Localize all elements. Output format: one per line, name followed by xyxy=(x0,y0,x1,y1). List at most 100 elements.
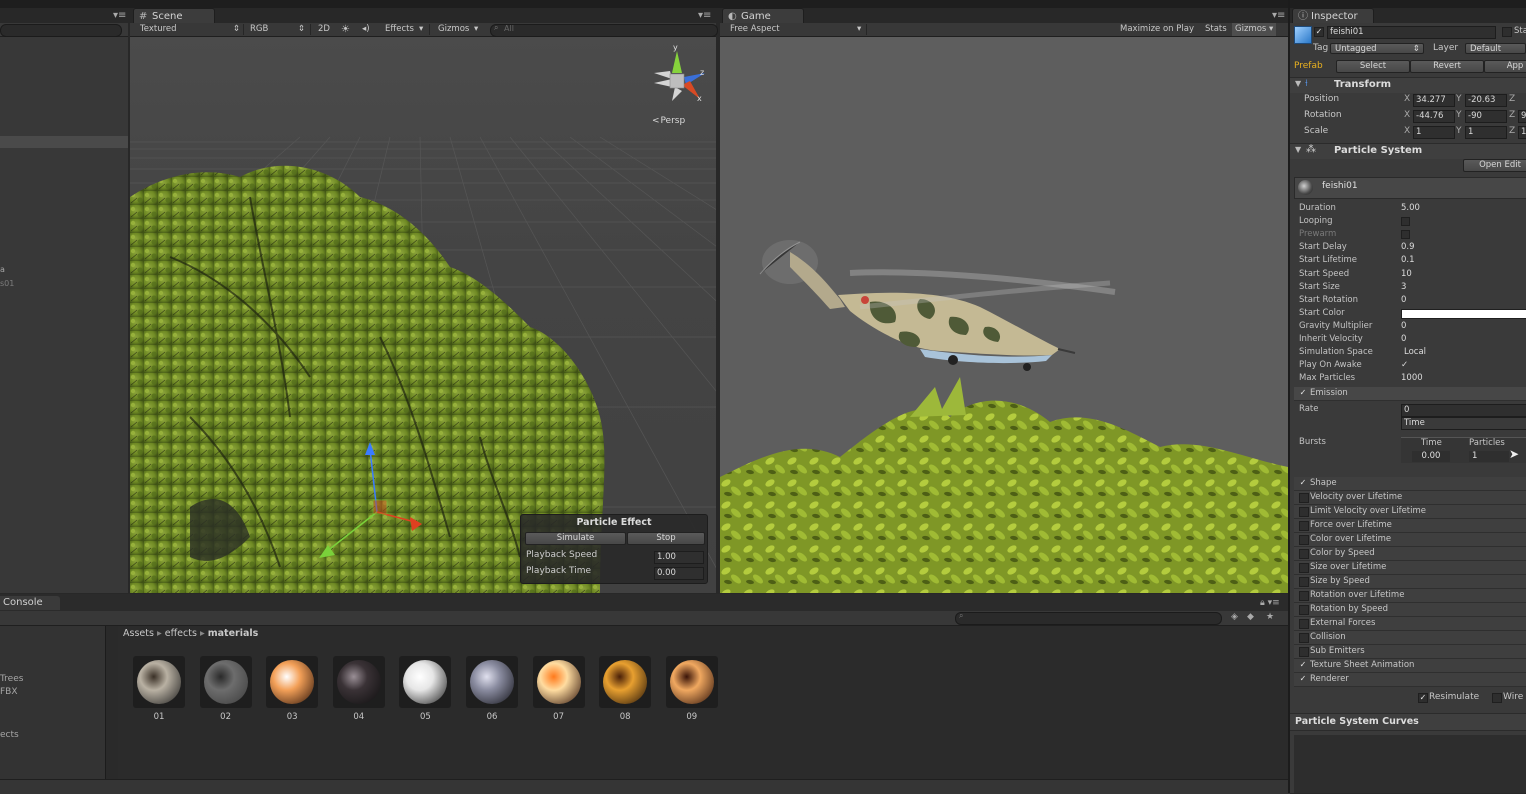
tag-dropdown[interactable]: Untagged ⇕ xyxy=(1330,43,1424,54)
aspect-dropdown[interactable]: Free Aspect xyxy=(730,23,780,36)
folder-item[interactable]: ects xyxy=(0,730,19,740)
module-header[interactable]: Force over Lifetime xyxy=(1294,519,1526,533)
module-checkbox[interactable] xyxy=(1299,605,1309,615)
folder-item[interactable]: Trees xyxy=(0,674,23,684)
emission-module-header[interactable]: ✓ Emission xyxy=(1294,387,1526,401)
module-header[interactable]: ✓ Shape xyxy=(1294,477,1526,491)
folder-item[interactable]: FBX xyxy=(0,687,18,697)
audio-toggle-icon[interactable]: ◂) xyxy=(362,23,370,36)
module-checkbox[interactable]: ✓ xyxy=(1299,661,1307,669)
lighting-toggle-icon[interactable]: ☀ xyxy=(341,23,350,36)
particle-prop-value[interactable]: 3 xyxy=(1401,281,1406,294)
module-header[interactable]: Rotation over Lifetime xyxy=(1294,589,1526,603)
rate-field[interactable]: 0 xyxy=(1401,404,1526,417)
asset-thumbnail[interactable] xyxy=(199,656,252,708)
particle-prop-value[interactable]: 0 xyxy=(1401,294,1406,307)
particle-prop-value[interactable]: 0.9 xyxy=(1401,241,1415,254)
open-editor-button[interactable]: Open Edit xyxy=(1463,159,1526,172)
particle-system-name-bar[interactable]: feishi01 xyxy=(1294,177,1526,199)
breadcrumb-item[interactable]: effects xyxy=(165,628,197,639)
module-checkbox[interactable]: ✓ xyxy=(1299,675,1307,683)
module-checkbox[interactable] xyxy=(1299,591,1309,601)
module-checkbox[interactable] xyxy=(1299,633,1309,643)
module-header[interactable]: Sub Emitters xyxy=(1294,645,1526,659)
scene-viewport[interactable]: y z x < Persp Particle Effect Simulate S… xyxy=(130,37,716,593)
prefab-revert-button[interactable]: Revert xyxy=(1410,60,1484,73)
game-viewport[interactable] xyxy=(720,37,1288,593)
active-checkbox[interactable]: ✓ xyxy=(1314,27,1324,37)
playback-speed-field[interactable]: 1.00 xyxy=(654,551,704,564)
module-header[interactable]: External Forces xyxy=(1294,617,1526,631)
hierarchy-item[interactable]: a xyxy=(0,265,5,274)
scene-search-input[interactable]: ⌕ All xyxy=(490,23,718,37)
module-header[interactable]: Size over Lifetime xyxy=(1294,561,1526,575)
curves-header[interactable]: Particle System Curves xyxy=(1290,713,1526,731)
stats-toggle[interactable]: Stats xyxy=(1205,23,1227,36)
hierarchy-item[interactable]: s01 xyxy=(0,279,14,288)
particle-prop-value[interactable]: 0 xyxy=(1401,333,1406,346)
rotation-y-field[interactable]: -90 xyxy=(1465,110,1507,123)
rotation-z-field[interactable]: 9 xyxy=(1518,110,1526,123)
asset-thumbnail[interactable] xyxy=(665,656,718,708)
module-header[interactable]: Collision xyxy=(1294,631,1526,645)
asset-thumbnail[interactable] xyxy=(532,656,585,708)
module-checkbox[interactable] xyxy=(1299,507,1309,517)
scene-menu-icon[interactable]: ▾≡ xyxy=(698,10,711,21)
hierarchy-menu-icon[interactable]: ▾≡ xyxy=(113,10,126,21)
filter-type-icon[interactable]: ◈ xyxy=(1231,612,1238,622)
shading-mode-dropdown[interactable]: Textured xyxy=(140,23,177,36)
particle-prop-value[interactable]: 10 xyxy=(1401,268,1412,281)
hierarchy-search[interactable] xyxy=(0,24,122,37)
asset-thumbnail[interactable] xyxy=(133,656,185,708)
asset-thumbnail[interactable] xyxy=(332,656,385,708)
render-mode-dropdown[interactable]: RGB xyxy=(250,23,268,36)
stop-button[interactable]: Stop xyxy=(627,532,705,545)
module-checkbox[interactable] xyxy=(1299,563,1309,573)
emission-checkbox[interactable]: ✓ xyxy=(1299,389,1307,397)
module-header[interactable]: Velocity over Lifetime xyxy=(1294,491,1526,505)
scene-orientation-gizmo[interactable] xyxy=(642,43,712,118)
asset-thumbnail[interactable] xyxy=(466,656,518,708)
module-checkbox[interactable]: ✓ xyxy=(1299,479,1307,487)
module-header[interactable]: Rotation by Speed xyxy=(1294,603,1526,617)
particle-system-header[interactable]: ▼ ⁂ Particle System xyxy=(1290,143,1526,159)
module-checkbox[interactable] xyxy=(1299,619,1309,629)
breadcrumb-item[interactable]: Assets xyxy=(123,628,154,639)
hierarchy-selected-row[interactable] xyxy=(0,136,128,148)
tab-game[interactable]: ◐ Game xyxy=(722,8,804,23)
playback-time-field[interactable]: 0.00 xyxy=(654,567,704,580)
static-checkbox[interactable] xyxy=(1502,27,1512,37)
scale-x-field[interactable]: 1 xyxy=(1413,126,1455,139)
rate-mode-dropdown[interactable]: Time xyxy=(1401,417,1526,430)
asset-thumbnail[interactable] xyxy=(599,656,652,708)
module-header[interactable]: ✓ Renderer xyxy=(1294,673,1526,687)
module-header[interactable]: Size by Speed xyxy=(1294,575,1526,589)
simulate-button[interactable]: Simulate xyxy=(525,532,626,545)
burst-time-field[interactable]: 0.00 xyxy=(1412,451,1450,462)
tab-scene[interactable]: # Scene xyxy=(133,8,215,23)
gizmos-dropdown[interactable]: Gizmos xyxy=(438,23,469,36)
filter-label-icon[interactable]: ◆ xyxy=(1247,612,1254,622)
maximize-on-play-toggle[interactable]: Maximize on Play xyxy=(1120,23,1194,36)
project-search-input[interactable]: ⌕ xyxy=(955,611,1222,625)
particle-prop-value[interactable]: 0 xyxy=(1401,320,1406,333)
transform-header[interactable]: ▼ ⟊ Transform xyxy=(1290,77,1526,93)
prefab-apply-button[interactable]: App xyxy=(1484,60,1526,73)
module-header[interactable]: Color by Speed xyxy=(1294,547,1526,561)
2d-toggle[interactable]: 2D xyxy=(318,23,330,36)
module-header[interactable]: ✓ Texture Sheet Animation xyxy=(1294,659,1526,673)
particle-prop-value[interactable]: ✓ xyxy=(1401,359,1408,372)
scale-y-field[interactable]: 1 xyxy=(1465,126,1507,139)
resimulate-checkbox[interactable]: ✓ xyxy=(1418,693,1428,703)
prefab-select-button[interactable]: Select xyxy=(1336,60,1410,73)
tab-console[interactable]: Console xyxy=(0,596,60,610)
module-checkbox[interactable] xyxy=(1299,577,1309,587)
module-checkbox[interactable] xyxy=(1299,549,1309,559)
persp-label[interactable]: < Persp xyxy=(652,116,685,126)
position-y-field[interactable]: -20.63 xyxy=(1465,94,1507,107)
tab-inspector[interactable]: ⓘ Inspector xyxy=(1292,8,1374,23)
particle-prop-value[interactable]: 1000 xyxy=(1401,372,1423,385)
wireframe-checkbox[interactable] xyxy=(1492,693,1502,703)
looping-checkbox[interactable] xyxy=(1401,217,1410,227)
scale-z-field[interactable]: 1 xyxy=(1518,126,1526,139)
